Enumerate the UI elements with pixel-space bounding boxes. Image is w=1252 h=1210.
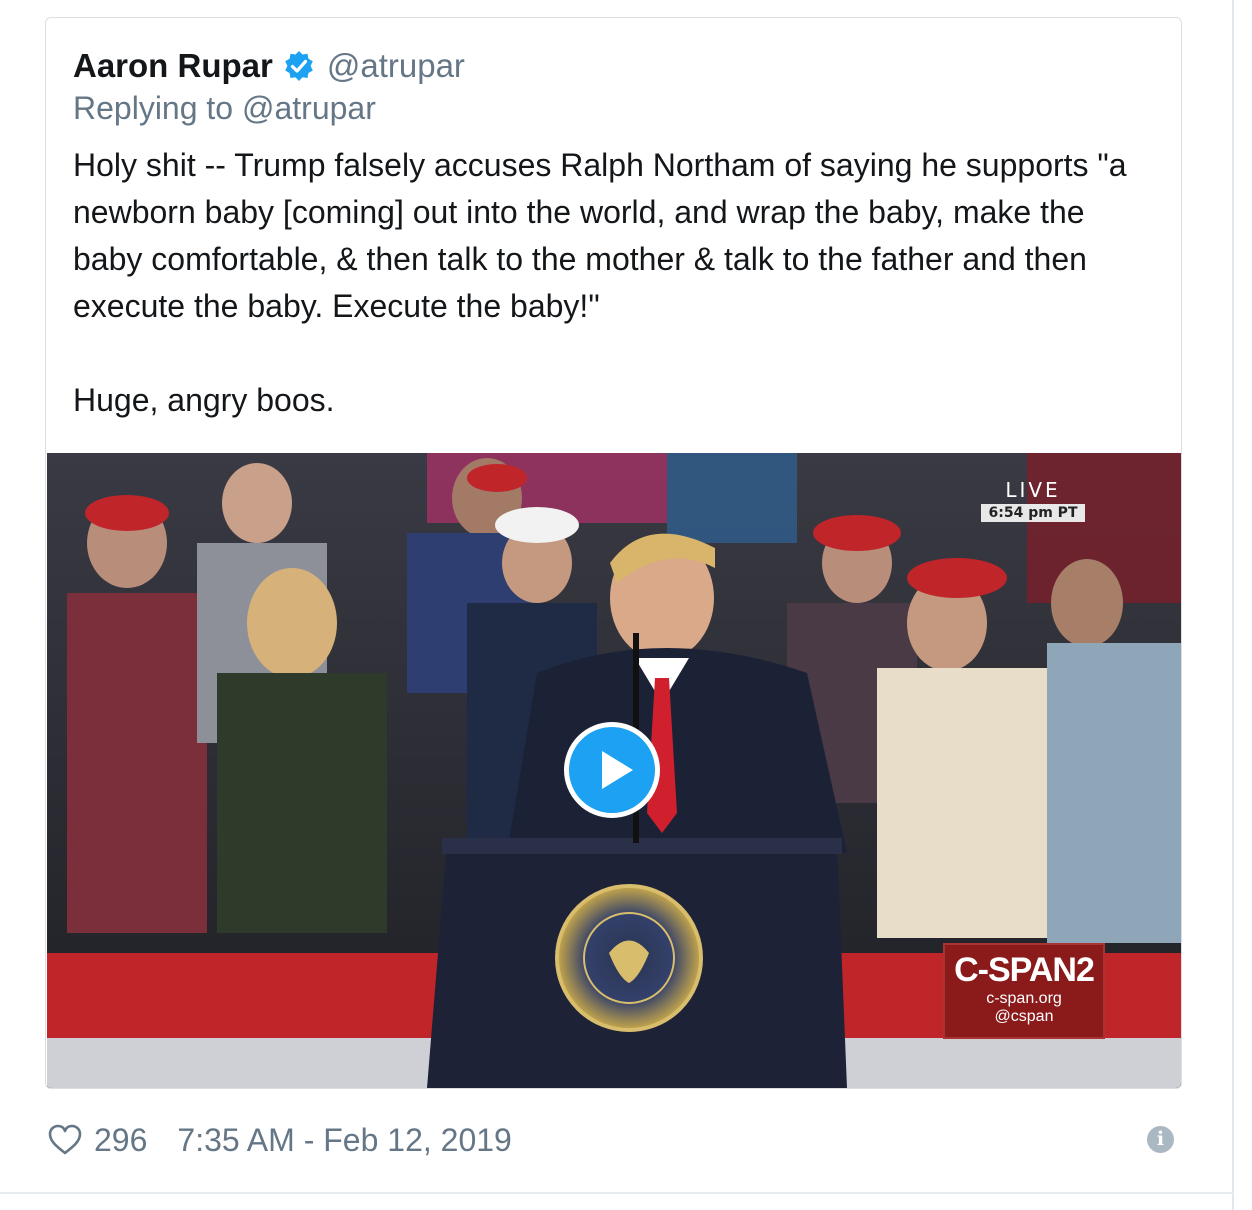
heart-icon[interactable] [48,1124,82,1156]
page-divider-bottom [0,1192,1234,1194]
tweet-footer: 296 7:35 AM - Feb 12, 2019 [48,1118,512,1162]
play-button[interactable] [564,722,660,818]
tweet-card[interactable]: Aaron Rupar @atrupar Replying to @atrupa… [45,17,1182,1089]
replying-to-line: Replying to @atrupar [73,90,376,127]
network-watermark: C-SPAN2 c-span.org @cspan [943,943,1105,1039]
page-divider-right [1232,0,1234,1210]
replying-to-label: Replying to [73,90,234,126]
like-count: 296 [94,1121,148,1158]
live-label: LIVE [1005,478,1061,502]
user-handle[interactable]: @atrupar [327,47,465,85]
live-badge: LIVE 6:54 pm PT [981,478,1085,522]
network-url: c-span.org [986,990,1062,1007]
info-icon[interactable]: i [1147,1126,1174,1153]
network-handle: @cspan [994,1008,1054,1025]
verified-badge-icon [283,50,315,82]
network-name: C-SPAN2 [954,951,1095,989]
tweet-header: Aaron Rupar @atrupar [73,46,465,86]
tweet-timestamp[interactable]: 7:35 AM - Feb 12, 2019 [177,1122,511,1159]
tweet-text: Holy shit -- Trump falsely accuses Ralph… [73,147,1127,418]
live-time: 6:54 pm PT [981,504,1085,522]
play-icon [602,751,633,789]
display-name[interactable]: Aaron Rupar [73,47,273,85]
video-player[interactable]: LIVE 6:54 pm PT C-SPAN2 c-span.org @cspa… [47,453,1181,1088]
replying-to-handle-link[interactable]: @atrupar [242,90,376,126]
